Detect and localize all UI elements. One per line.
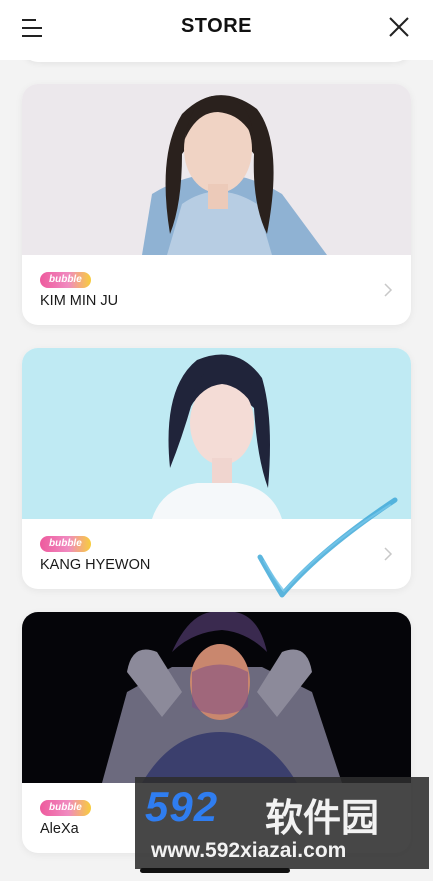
watermark-logo: 592 [145, 783, 219, 830]
app-header: STORE [0, 0, 433, 60]
home-indicator[interactable] [140, 868, 290, 873]
bubble-badge: bubble [40, 272, 91, 288]
page-title: STORE [180, 15, 253, 37]
artist-photo [22, 612, 411, 783]
checkmark-annotation [257, 497, 398, 598]
artist-card-kim-min-ju[interactable]: bubble KIM MIN JU [22, 84, 411, 325]
watermark-overlay: 592 软件园 www.592xiazai.com [135, 777, 429, 869]
artist-name: KIM MIN JU [40, 293, 119, 309]
watermark-url: www.592xiazai.com [151, 839, 347, 862]
card-info: bubble KIM MIN JU [22, 255, 411, 325]
artist-photo [22, 84, 411, 255]
artist-name: KANG HYEWON [40, 557, 151, 573]
watermark-cn-text: 软件园 [265, 798, 380, 840]
bubble-badge: bubble [40, 800, 91, 816]
close-icon[interactable] [387, 15, 411, 39]
artist-name: AleXa [40, 821, 79, 837]
chevron-right-icon[interactable] [383, 283, 393, 297]
bubble-badge: bubble [40, 536, 91, 552]
artist-photo [22, 348, 411, 519]
